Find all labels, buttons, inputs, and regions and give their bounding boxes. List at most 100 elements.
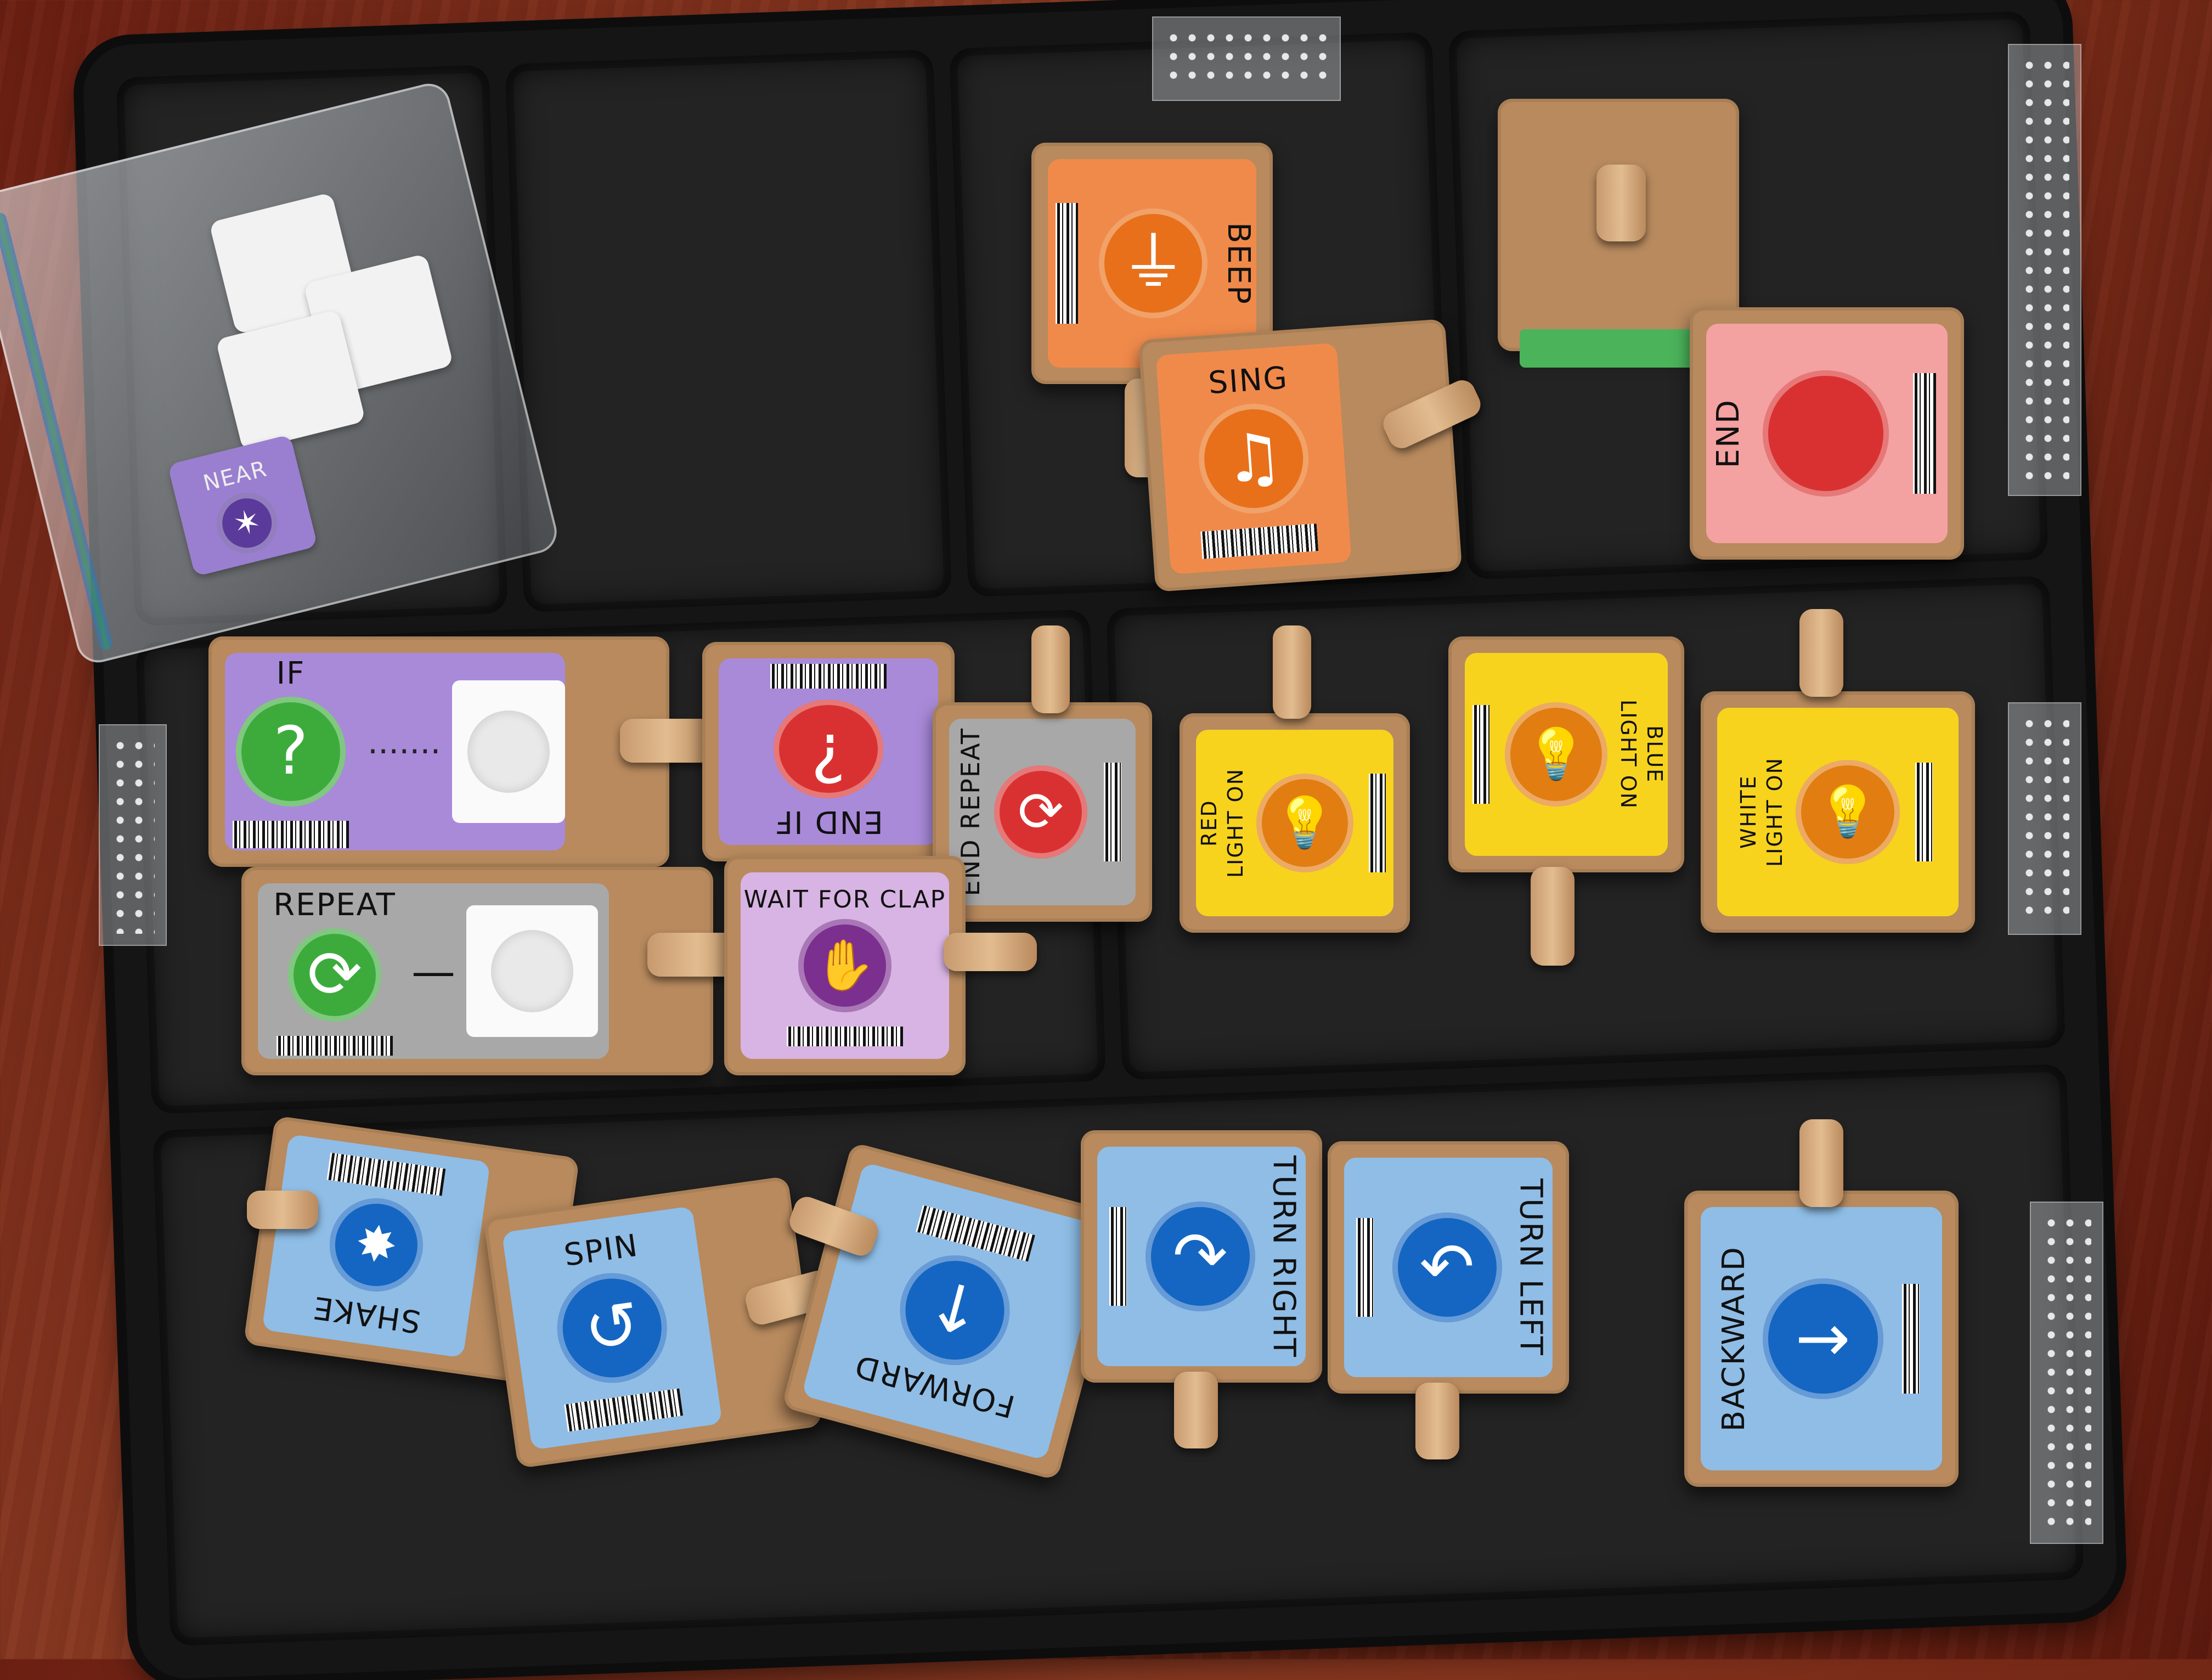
card-blue-light-on: 💡 BLUE LIGHT ON [1465, 653, 1668, 856]
braille-label-top [1152, 16, 1341, 101]
backward-label: BACKWARD [1716, 1245, 1752, 1432]
turn-right-icon: ↷ [1145, 1202, 1255, 1311]
peg [1031, 625, 1070, 713]
card-turn-left: ↶ TURN LEFT [1344, 1158, 1553, 1377]
card-backward: BACKWARD → [1701, 1207, 1942, 1470]
block-repeat[interactable]: REPEAT ⟳ — [241, 867, 713, 1075]
lightbulb-icon: 💡 [1505, 702, 1607, 807]
barcode [1894, 1278, 1927, 1399]
peg [247, 1191, 318, 1229]
card-red-light-on: RED LIGHT ON 💡 [1196, 730, 1393, 916]
barcode [1096, 757, 1129, 867]
near-card[interactable]: NEAR ✶ [167, 434, 318, 577]
white-light-on-line2: LIGHT ON [1763, 757, 1787, 867]
turn-left-icon: ↶ [1392, 1213, 1502, 1322]
barcode [779, 1021, 911, 1052]
barcode [318, 1146, 454, 1203]
peg [1596, 165, 1646, 241]
peg [1415, 1383, 1459, 1459]
card-spin: SPIN ↺ [501, 1206, 723, 1450]
block-end-repeat[interactable]: END REPEAT ⟳ [933, 702, 1152, 922]
braille-label-right-bottom [2030, 1202, 2103, 1544]
sensor-pad[interactable] [452, 680, 565, 823]
card-forward: ↓ FORWARD [801, 1162, 1108, 1461]
spin-label: SPIN [562, 1227, 641, 1273]
sensor-pad[interactable] [466, 905, 598, 1037]
dotted-connector: ······· [368, 732, 441, 771]
blue-light-on-line1: BLUE [1643, 725, 1667, 783]
turn-right-label: TURN RIGHT [1266, 1155, 1302, 1358]
repeat-label: REPEAT [273, 887, 396, 923]
peg [1799, 1119, 1843, 1207]
peg [620, 719, 713, 763]
barcode [763, 658, 894, 694]
barcode [269, 1030, 400, 1061]
barcode [1465, 700, 1497, 809]
solid-connector: — [411, 945, 455, 997]
peg [1799, 609, 1843, 697]
peg [1174, 1372, 1218, 1448]
peg [1531, 867, 1575, 966]
lightbulb-icon: 💡 [1256, 774, 1353, 872]
block-end-if[interactable]: ¿ END IF [702, 642, 955, 861]
sing-label: SING [1207, 359, 1289, 401]
peg [1273, 625, 1311, 719]
block-if[interactable]: IF ? ······· [208, 636, 669, 867]
lightbulb-icon: 💡 [1796, 760, 1900, 864]
block-end[interactable]: END [1690, 307, 1964, 560]
card-end-if: ¿ END IF [719, 658, 938, 845]
block-blue-light-on[interactable]: 💡 BLUE LIGHT ON [1448, 636, 1684, 872]
music-note-icon: ♫ [1195, 399, 1312, 517]
arrow-icon: ↓ [888, 1243, 1023, 1378]
barcode [1908, 757, 1940, 867]
block-sing[interactable]: SING ♫ [1138, 319, 1463, 592]
blue-light-on-line2: LIGHT ON [1616, 699, 1640, 810]
red-light-on-line2: LIGHT ON [1223, 768, 1248, 878]
near-icon: ✶ [210, 486, 284, 560]
braille-label-right-mid [2008, 702, 2081, 935]
card-if: IF ? ······· [225, 653, 565, 850]
barcode [1905, 368, 1944, 499]
if-label: IF [276, 655, 306, 691]
braille-label-right-top [2008, 44, 2081, 496]
braille-label-left [99, 724, 167, 946]
repeat-icon: ⟳ [994, 765, 1087, 859]
block-backward[interactable]: BACKWARD → [1684, 1191, 1959, 1487]
barcode [1361, 768, 1393, 878]
shake-icon: ✸ [323, 1192, 429, 1298]
end-label: END [1710, 398, 1746, 469]
barcode [225, 815, 357, 854]
block-red-light-on[interactable]: RED LIGHT ON 💡 [1180, 713, 1410, 933]
repeat-icon: ⟳ [288, 928, 381, 1022]
block-wait-for-clap[interactable]: WAIT FOR CLAP ✋ [724, 856, 966, 1075]
end-if-label: END IF [774, 804, 883, 839]
barcode [1102, 1202, 1135, 1311]
inverted-question-icon: ¿ [774, 700, 883, 798]
card-white-light-on: WHITE LIGHT ON 💡 [1717, 708, 1959, 916]
block-turn-left[interactable]: ↶ TURN LEFT [1328, 1141, 1569, 1394]
red-light-on-line1: RED [1197, 799, 1221, 847]
card-wait-for-clap: WAIT FOR CLAP ✋ [741, 872, 949, 1059]
card-shake: ✸ SHAKE [262, 1134, 490, 1358]
spin-icon: ↺ [550, 1265, 674, 1390]
stop-icon [1762, 370, 1889, 497]
barcode [1348, 1213, 1381, 1322]
arrow-icon: → [1762, 1278, 1883, 1399]
card-turn-right: ↷ TURN RIGHT [1097, 1147, 1306, 1366]
clap-icon: ✋ [798, 918, 891, 1012]
card-end-repeat: END REPEAT ⟳ [949, 719, 1136, 905]
block-white-light-on[interactable]: WHITE LIGHT ON 💡 [1701, 691, 1975, 933]
card-repeat: REPEAT ⟳ — [258, 883, 609, 1059]
compartment-empty [505, 49, 952, 613]
barcode [555, 1382, 692, 1438]
turn-left-label: TURN LEFT [1513, 1179, 1549, 1356]
barcode [907, 1197, 1045, 1269]
question-icon: ? [236, 696, 346, 807]
block-turn-right[interactable]: ↷ TURN RIGHT [1081, 1130, 1322, 1383]
barcode [1048, 198, 1086, 329]
near-card-label: NEAR [200, 456, 270, 497]
peg [944, 933, 1037, 971]
blank-chip[interactable] [215, 309, 366, 452]
beep-label: BEEP [1221, 222, 1256, 305]
card-end: END [1706, 324, 1948, 543]
